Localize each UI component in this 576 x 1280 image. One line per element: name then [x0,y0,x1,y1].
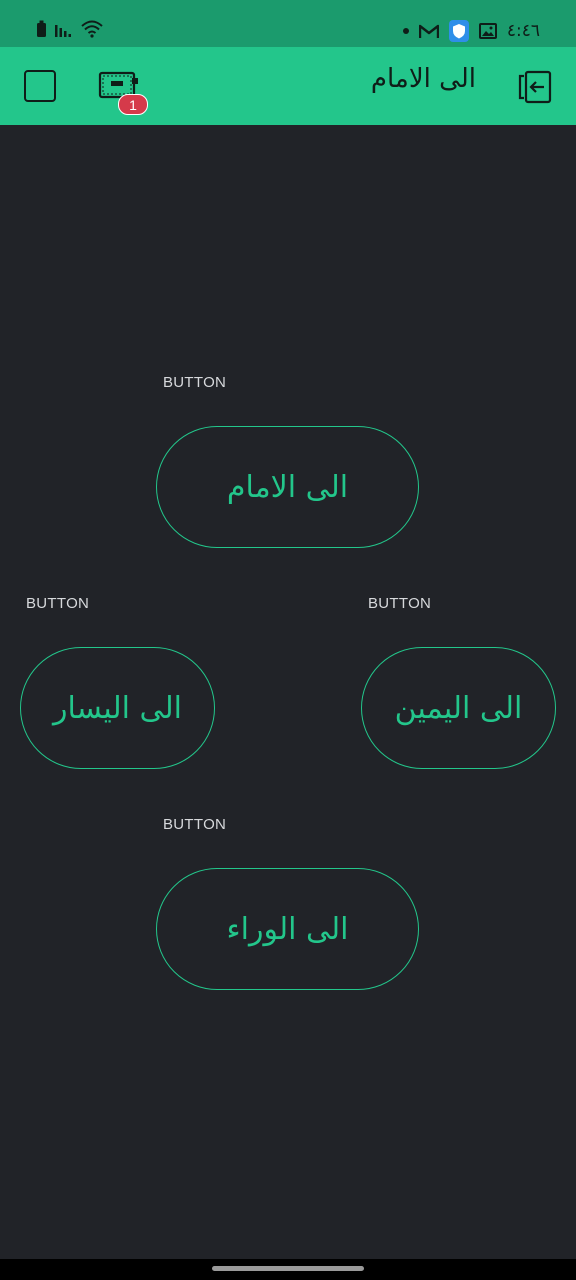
status-bar: ٤:٤٦ [0,0,576,47]
shield-icon [448,20,469,42]
wifi-icon [81,20,103,38]
widget-label-left: BUTTON [26,595,90,612]
status-right-icons: ٤:٤٦ [402,20,540,42]
widget-label-backward: BUTTON [163,816,227,833]
exit-icon[interactable] [518,70,554,104]
backward-button[interactable]: الى الوراء [156,868,419,990]
device-count-badge: 1 [118,94,148,115]
signal-icon [55,25,71,37]
left-button[interactable]: الى اليسار [20,647,215,769]
right-button[interactable]: الى اليمين [361,647,556,769]
widget-label-forward: BUTTON [163,374,227,391]
home-handle[interactable] [212,1266,364,1271]
gmail-icon [418,24,439,38]
forward-button[interactable]: الى الامام [156,426,419,548]
app-bar [0,47,576,125]
status-time: ٤:٤٦ [506,21,540,41]
status-left-icons [36,20,103,38]
battery-icon [37,20,46,37]
gallery-icon [478,23,497,39]
stop-square-icon[interactable] [24,70,56,102]
app-title: الى الامام [370,64,476,94]
widget-label-right: BUTTON [368,595,432,612]
notification-dot-icon [402,28,409,34]
